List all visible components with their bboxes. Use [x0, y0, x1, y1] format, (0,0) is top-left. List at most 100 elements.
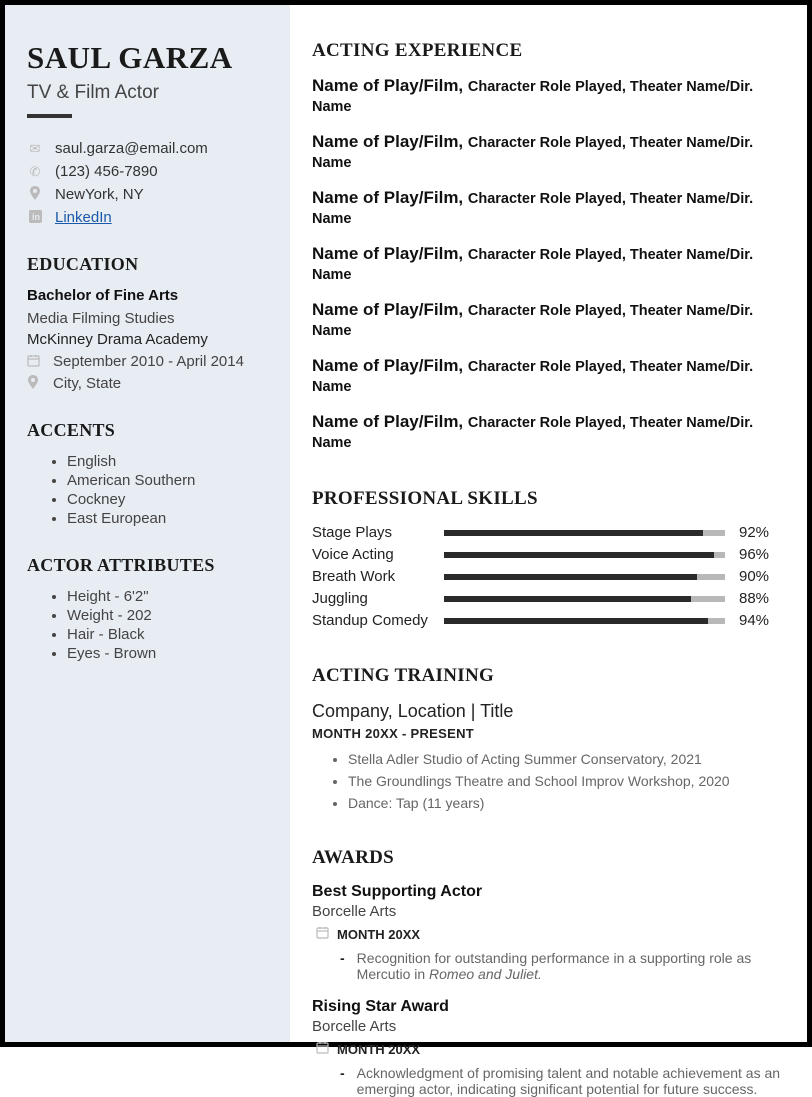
award-org: Borcelle Arts — [312, 1018, 789, 1035]
experience-row: Name of Play/Film, Character Role Played… — [312, 356, 789, 396]
training-title: Company, Location | Title — [312, 701, 789, 722]
skill-bar — [444, 618, 725, 624]
experience-title: Name of Play/Film, — [312, 244, 468, 263]
experience-row: Name of Play/Film, Character Role Played… — [312, 244, 789, 284]
experience-title: Name of Play/Film, — [312, 300, 468, 319]
attributes-list: Height - 6'2" Weight - 202 Hair - Black Eye… — [27, 588, 268, 662]
linkedin-link[interactable]: LinkedIn — [55, 209, 112, 226]
person-name: SAUL GARZA — [27, 40, 268, 76]
calendar-icon — [27, 354, 43, 370]
skill-fill — [444, 618, 708, 624]
award-item: Rising Star Award Borcelle Arts MONTH 20XX… — [312, 998, 789, 1097]
award-date-row: MONTH 20XX — [316, 1041, 789, 1057]
award-date-row: MONTH 20XX — [316, 926, 789, 942]
skill-row: Standup Comedy94% — [312, 612, 789, 629]
training-dates: MONTH 20XX - PRESENT — [312, 726, 789, 741]
contact-linkedin: in LinkedIn — [27, 209, 268, 226]
skill-percent: 92% — [739, 524, 789, 541]
edu-dates: September 2010 - April 2014 — [53, 353, 244, 370]
education-heading: EDUCATION — [27, 254, 268, 275]
skill-row: Breath Work 90% — [312, 568, 789, 585]
skill-percent: 90% — [739, 568, 789, 585]
list-item: Hair - Black — [67, 626, 268, 643]
accents-list: English American Southern Cockney East Euro… — [27, 453, 268, 527]
list-item: Eyes - Brown — [67, 645, 268, 662]
award-title: Best Supporting Actor — [312, 883, 789, 901]
award-desc-text: Acknowledgment of promising talent and n… — [357, 1065, 789, 1097]
resume-page: SAUL GARZA TV & Film Actor ✉ saul.garza@… — [0, 0, 812, 1047]
training-item: Dance: Tap (11 years) — [348, 795, 789, 811]
experience-title: Name of Play/Film, — [312, 76, 468, 95]
edu-dates-row: September 2010 - April 2014 — [27, 353, 268, 370]
award-org: Borcelle Arts — [312, 903, 789, 920]
contact-phone: ✆ (123) 456-7890 — [27, 163, 268, 180]
skill-bar — [444, 574, 725, 580]
calendar-icon — [316, 1041, 329, 1057]
edu-city: City, State — [53, 375, 121, 392]
awards-heading: AWARDS — [312, 847, 789, 869]
list-item: Height - 6'2" — [67, 588, 268, 605]
skills-heading: PROFESSIONAL SKILLS — [312, 488, 789, 510]
skill-percent: 96% — [739, 546, 789, 563]
award-date: MONTH 20XX — [337, 927, 420, 942]
major: Media Filming Studies — [27, 310, 268, 327]
list-item: Cockney — [67, 491, 268, 508]
skill-fill — [444, 574, 697, 580]
location-icon — [27, 375, 43, 392]
experience-title: Name of Play/Film, — [312, 356, 468, 375]
linkedin-icon: in — [27, 210, 43, 226]
location-text: NewYork, NY — [55, 186, 144, 203]
accents-heading: ACCENTS — [27, 420, 268, 441]
skill-bar — [444, 596, 725, 602]
skill-label: Breath Work — [312, 568, 430, 585]
main-content: ACTING EXPERIENCE Name of Play/Film, Cha… — [290, 5, 807, 1042]
skill-percent: 88% — [739, 590, 789, 607]
school: McKinney Drama Academy — [27, 331, 268, 348]
contact-block: ✉ saul.garza@email.com ✆ (123) 456-7890 … — [27, 140, 268, 226]
skill-fill — [444, 552, 714, 558]
subtitle: TV & Film Actor — [27, 82, 268, 104]
list-item: American Southern — [67, 472, 268, 489]
skill-label: Stage Plays — [312, 524, 430, 541]
phone-text: (123) 456-7890 — [55, 163, 158, 180]
list-item: East European — [67, 510, 268, 527]
phone-icon: ✆ — [27, 164, 43, 180]
svg-text:in: in — [32, 212, 40, 222]
skill-row: Voice Acting 96% — [312, 546, 789, 563]
award-description: -Recognition for outstanding performance… — [312, 950, 789, 982]
skill-row: Stage Plays 92% — [312, 524, 789, 541]
attributes-heading: ACTOR ATTRIBUTES — [27, 555, 268, 576]
edu-city-row: City, State — [27, 375, 268, 392]
award-desc-text: Recognition for outstanding performance … — [357, 950, 789, 982]
dash-icon: - — [340, 1065, 345, 1097]
experience-row: Name of Play/Film, Character Role Played… — [312, 412, 789, 452]
contact-location: NewYork, NY — [27, 186, 268, 203]
dash-icon: - — [340, 950, 345, 982]
email-icon: ✉ — [27, 141, 43, 157]
award-description: -Acknowledgment of promising talent and … — [312, 1065, 789, 1097]
calendar-icon — [316, 926, 329, 942]
training-item: Stella Adler Studio of Acting Summer Con… — [348, 751, 789, 767]
skill-label: Juggling — [312, 590, 430, 607]
skill-label: Voice Acting — [312, 546, 430, 563]
skill-bar — [444, 552, 725, 558]
skill-fill — [444, 530, 703, 536]
award-title: Rising Star Award — [312, 998, 789, 1016]
sidebar: SAUL GARZA TV & Film Actor ✉ saul.garza@… — [5, 5, 290, 1042]
training-heading: ACTING TRAINING — [312, 665, 789, 687]
skills-block: Stage Plays 92% Voice Acting 96% Breath Work… — [312, 524, 789, 629]
experience-title: Name of Play/Film, — [312, 412, 468, 431]
list-item: Weight - 202 — [67, 607, 268, 624]
experience-row: Name of Play/Film, Character Role Played… — [312, 300, 789, 340]
training-item: The Groundlings Theatre and School Impro… — [348, 773, 789, 789]
skill-fill — [444, 596, 691, 602]
contact-email: ✉ saul.garza@email.com — [27, 140, 268, 157]
experience-row: Name of Play/Film, Character Role Played… — [312, 132, 789, 172]
skill-percent: 94% — [739, 612, 789, 629]
skill-bar — [444, 530, 725, 536]
degree: Bachelor of Fine Arts — [27, 287, 268, 304]
award-item: Best Supporting Actor Borcelle Arts MONTH … — [312, 883, 789, 982]
experience-title: Name of Play/Film, — [312, 188, 468, 207]
experience-row: Name of Play/Film, Character Role Played… — [312, 76, 789, 116]
list-item: English — [67, 453, 268, 470]
